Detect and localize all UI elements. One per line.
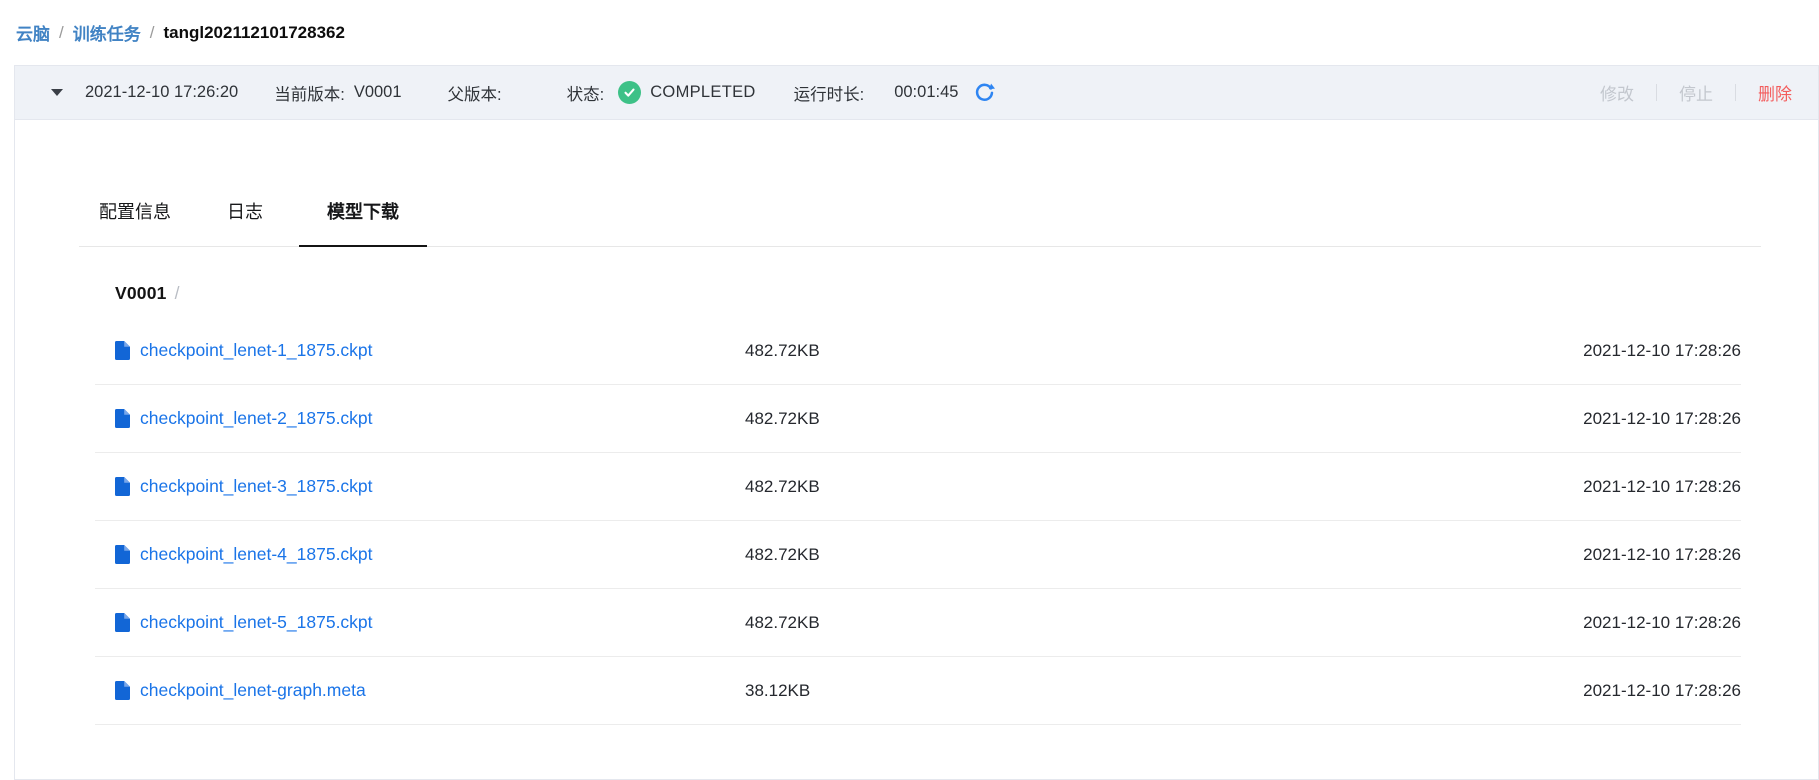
breadcrumb-separator: /	[59, 23, 64, 43]
job-card: 2021-12-10 17:26:20 当前版本: V0001 父版本: 状态:…	[14, 65, 1819, 780]
parent-version-label: 父版本:	[448, 81, 502, 105]
file-size: 482.72KB	[745, 613, 1583, 633]
file-modified-time: 2021-12-10 17:28:26	[1583, 545, 1741, 565]
table-row: checkpoint_lenet-2_1875.ckpt 482.72KB 20…	[95, 385, 1741, 453]
action-divider	[1735, 84, 1736, 101]
breadcrumb: 云脑 / 训练任务 / tangl202112101728362	[0, 0, 1819, 45]
file-modified-time: 2021-12-10 17:28:26	[1583, 477, 1741, 497]
status-label: 状态:	[567, 81, 605, 105]
file-download-link[interactable]: checkpoint_lenet-2_1875.ckpt	[140, 408, 373, 429]
duration-label: 运行时长:	[794, 81, 865, 105]
delete-button[interactable]: 删除	[1758, 80, 1792, 105]
table-row: checkpoint_lenet-1_1875.ckpt 482.72KB 20…	[95, 317, 1741, 385]
file-modified-time: 2021-12-10 17:28:26	[1583, 409, 1741, 429]
file-download-link[interactable]: checkpoint_lenet-1_1875.ckpt	[140, 340, 373, 361]
tab-logs[interactable]: 日志	[207, 198, 283, 247]
refresh-icon[interactable]	[974, 82, 995, 103]
file-document-icon	[115, 341, 130, 360]
version-header: 2021-12-10 17:26:20 当前版本: V0001 父版本: 状态:…	[15, 66, 1818, 120]
version-actions: 修改 停止 删除	[1600, 80, 1792, 105]
breadcrumb-current-job: tangl202112101728362	[163, 23, 345, 43]
file-size: 482.72KB	[745, 477, 1583, 497]
file-download-link[interactable]: checkpoint_lenet-4_1875.ckpt	[140, 544, 373, 565]
file-document-icon	[115, 545, 130, 564]
table-row: checkpoint_lenet-graph.meta 38.12KB 2021…	[95, 657, 1741, 725]
status-completed-check-icon	[618, 81, 641, 104]
breadcrumb-separator: /	[150, 23, 155, 43]
file-size: 482.72KB	[745, 545, 1583, 565]
model-path-root[interactable]: V0001	[115, 283, 167, 304]
file-size: 38.12KB	[745, 681, 1583, 701]
model-path-separator: /	[175, 283, 180, 304]
current-version-label: 当前版本:	[274, 81, 345, 105]
file-download-link[interactable]: checkpoint_lenet-5_1875.ckpt	[140, 612, 373, 633]
table-row: checkpoint_lenet-4_1875.ckpt 482.72KB 20…	[95, 521, 1741, 589]
model-path: V0001 /	[115, 283, 1818, 304]
table-row: checkpoint_lenet-3_1875.ckpt 482.72KB 20…	[95, 453, 1741, 521]
file-document-icon	[115, 409, 130, 428]
tab-config-info[interactable]: 配置信息	[79, 198, 191, 247]
file-modified-time: 2021-12-10 17:28:26	[1583, 681, 1741, 701]
version-created-time: 2021-12-10 17:26:20	[85, 83, 238, 102]
file-modified-time: 2021-12-10 17:28:26	[1583, 613, 1741, 633]
table-row: checkpoint_lenet-5_1875.ckpt 482.72KB 20…	[95, 589, 1741, 657]
breadcrumb-link-cloudbrain[interactable]: 云脑	[16, 20, 50, 45]
stop-button[interactable]: 停止	[1679, 80, 1713, 105]
file-document-icon	[115, 613, 130, 632]
file-size: 482.72KB	[745, 341, 1583, 361]
detail-tabs: 配置信息 日志 模型下载	[79, 198, 1761, 247]
file-size: 482.72KB	[745, 409, 1583, 429]
file-document-icon	[115, 477, 130, 496]
current-version-value: V0001	[354, 83, 402, 102]
file-download-link[interactable]: checkpoint_lenet-3_1875.ckpt	[140, 476, 373, 497]
file-download-link[interactable]: checkpoint_lenet-graph.meta	[140, 680, 366, 701]
tab-model-download[interactable]: 模型下载	[299, 198, 427, 247]
collapse-caret-icon[interactable]	[51, 89, 63, 96]
duration-value: 00:01:45	[894, 83, 958, 102]
file-modified-time: 2021-12-10 17:28:26	[1583, 341, 1741, 361]
file-document-icon	[115, 681, 130, 700]
modify-button[interactable]: 修改	[1600, 80, 1634, 105]
status-value: COMPLETED	[650, 83, 755, 102]
breadcrumb-link-training-jobs[interactable]: 训练任务	[73, 20, 141, 45]
action-divider	[1656, 84, 1657, 101]
model-file-table: checkpoint_lenet-1_1875.ckpt 482.72KB 20…	[95, 317, 1741, 725]
